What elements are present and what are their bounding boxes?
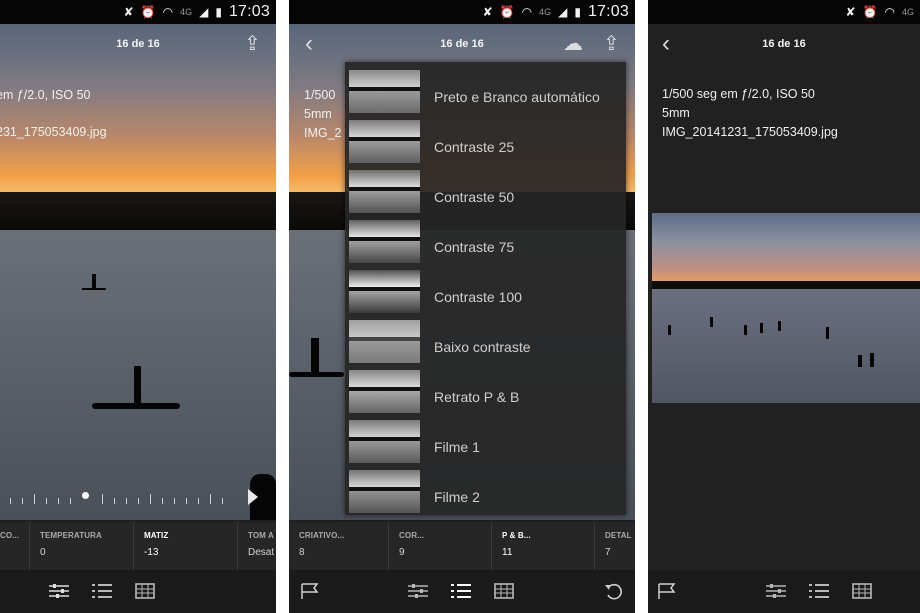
bottom-toolbar xyxy=(0,570,276,613)
adjustment-matiz[interactable]: MATIZ -13 xyxy=(134,522,238,570)
alarm-icon: ⏰ xyxy=(140,5,156,19)
adjustment-tom[interactable]: TOM A Desat xyxy=(238,522,276,570)
share-icon[interactable]: ⇪ xyxy=(244,34,261,54)
photo-thumbnail[interactable] xyxy=(652,213,920,403)
adjustment-cor[interactable]: COR... 9 xyxy=(389,522,492,570)
status-bar: ✘ ⏰ ◠ 4G xyxy=(648,0,920,24)
presets-list-icon[interactable] xyxy=(808,582,830,600)
battery-icon: ▮ xyxy=(574,5,581,19)
preset-thumbnail xyxy=(349,470,420,513)
preset-thumbnail xyxy=(349,270,420,313)
preset-item[interactable]: Preto e Branco automático xyxy=(345,65,626,115)
adjustment-detalhe[interactable]: DETAL 7 xyxy=(595,522,635,570)
preset-label: Contraste 25 xyxy=(434,139,515,155)
phone-screen-info: ✘ ⏰ ◠ 4G ‹ 16 de 16 1/500 seg em ƒ/2.0, … xyxy=(648,0,920,613)
no-sound-icon: ✘ xyxy=(123,5,134,19)
photo-counter: 16 de 16 xyxy=(440,38,484,50)
preset-thumbnail xyxy=(349,70,420,113)
wifi-icon: ◠ xyxy=(162,5,174,19)
adjustment-bar: CRIATIVO... 8 COR... 9 P & B... 11 DETAL… xyxy=(289,522,635,570)
cloud-sync-icon[interactable]: ☁ xyxy=(563,34,583,54)
preset-item[interactable]: Baixo contraste xyxy=(345,315,626,365)
slider-knob[interactable] xyxy=(82,492,89,499)
phone-screen-edit: ✘ ⏰ ◠ 4G ◢ ▮ 17:03 16 de 16 ⇪ em ƒ/2.0, … xyxy=(0,0,276,613)
play-arrow-icon[interactable] xyxy=(248,489,258,505)
network-type: 4G xyxy=(539,7,552,17)
adjustment-bar: CO... TEMPERATURA 0 MATIZ -13 TOM A Desa… xyxy=(0,522,276,570)
network-type: 4G xyxy=(901,7,914,17)
flag-icon[interactable] xyxy=(656,582,678,600)
crop-icon[interactable] xyxy=(851,582,873,600)
photo-info: 1/500 5mm IMG_2 xyxy=(304,88,342,140)
alarm-icon: ⏰ xyxy=(499,5,515,19)
preset-item[interactable]: Contraste 25 xyxy=(345,115,626,165)
preset-item[interactable]: Filme 1 xyxy=(345,415,626,465)
no-sound-icon: ✘ xyxy=(482,5,493,19)
bottom-toolbar xyxy=(289,570,635,613)
adjust-sliders-icon[interactable] xyxy=(48,582,70,600)
bottom-toolbar xyxy=(648,570,920,613)
undo-icon[interactable] xyxy=(603,582,625,600)
photo-counter: 16 de 16 xyxy=(116,38,160,50)
preset-item[interactable]: Filme 2 xyxy=(345,465,626,515)
adjustment-criativo[interactable]: CRIATIVO... 8 xyxy=(289,522,389,570)
preset-label: Contraste 75 xyxy=(434,239,515,255)
preset-label: Filme 2 xyxy=(434,489,480,505)
adjustment-pb[interactable]: P & B... 11 xyxy=(492,522,595,570)
preset-item[interactable]: Contraste 50 xyxy=(345,165,626,215)
preset-item[interactable]: Retrato P & B xyxy=(345,365,626,415)
status-time: 17:03 xyxy=(228,3,270,20)
adjustment-slider[interactable] xyxy=(0,490,256,504)
preset-label: Preto e Branco automático xyxy=(434,89,600,105)
network-type: 4G xyxy=(180,7,193,17)
no-sound-icon: ✘ xyxy=(845,5,856,19)
adjustment-temperatura[interactable]: TEMPERATURA 0 xyxy=(30,522,134,570)
status-bar: ✘ ⏰ ◠ 4G ◢ ▮ 17:03 xyxy=(0,0,276,24)
battery-icon: ▮ xyxy=(215,5,222,19)
status-time: 17:03 xyxy=(587,3,629,20)
adjust-sliders-icon[interactable] xyxy=(765,582,787,600)
presets-list-icon[interactable] xyxy=(91,582,113,600)
presets-list-icon[interactable] xyxy=(450,582,472,600)
preset-label: Baixo contraste xyxy=(434,339,531,355)
signal-icon: ◢ xyxy=(199,5,209,19)
photo-info: em ƒ/2.0, ISO 50 231_175053409.jpg xyxy=(0,88,107,139)
wifi-icon: ◠ xyxy=(521,5,533,19)
preset-thumbnail xyxy=(349,420,420,463)
alarm-icon: ⏰ xyxy=(862,5,878,19)
preset-thumbnail xyxy=(349,120,420,163)
preset-thumbnail xyxy=(349,170,420,213)
preset-item[interactable]: Contraste 75 xyxy=(345,215,626,265)
wifi-icon: ◠ xyxy=(884,5,895,19)
preset-label: Filme 1 xyxy=(434,439,480,455)
phone-screen-presets: ✘ ⏰ ◠ 4G ◢ ▮ 17:03 ‹ 16 de 16 ☁ ⇪ 1/500 … xyxy=(289,0,635,613)
photo-info: 1/500 seg em ƒ/2.0, ISO 50 5mm IMG_20141… xyxy=(662,87,838,139)
preset-item[interactable]: Contraste 100 xyxy=(345,265,626,315)
signal-icon: ◢ xyxy=(558,5,568,19)
preset-thumbnail xyxy=(349,320,420,363)
preset-thumbnail xyxy=(349,220,420,263)
preset-label: Contraste 100 xyxy=(434,289,522,305)
bw-preset-menu: Preto e Branco automático Contraste 25 C… xyxy=(345,62,626,515)
preset-label: Retrato P & B xyxy=(434,389,520,405)
flag-icon[interactable] xyxy=(299,582,321,600)
crop-icon[interactable] xyxy=(134,582,156,600)
preset-label: Contraste 50 xyxy=(434,189,515,205)
crop-icon[interactable] xyxy=(493,582,515,600)
adjust-sliders-icon[interactable] xyxy=(407,582,429,600)
preset-thumbnail xyxy=(349,370,420,413)
adjustment-item[interactable]: CO... xyxy=(0,522,30,570)
status-bar: ✘ ⏰ ◠ 4G ◢ ▮ 17:03 xyxy=(289,0,635,24)
share-icon[interactable]: ⇪ xyxy=(603,34,620,54)
photo-counter: 16 de 16 xyxy=(762,38,806,50)
